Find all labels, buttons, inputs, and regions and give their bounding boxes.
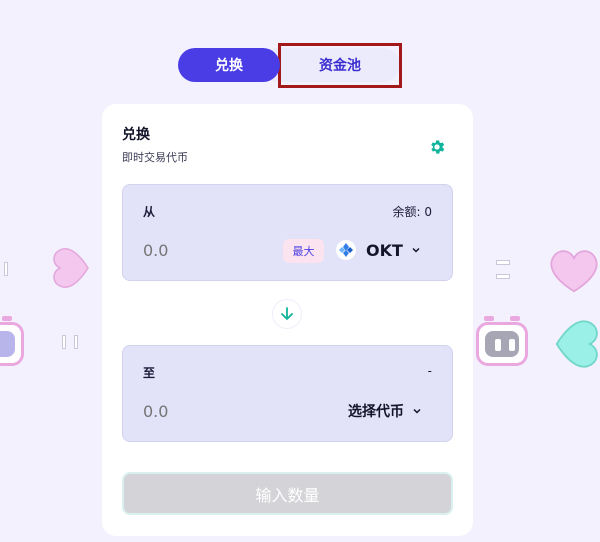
gear-icon[interactable]	[428, 138, 446, 156]
max-button[interactable]: 最大	[283, 239, 324, 263]
select-token-label: 选择代币	[348, 404, 404, 420]
robot-icon	[476, 316, 530, 370]
decoration-bar	[496, 260, 510, 265]
decoration-bar	[74, 335, 78, 349]
heart-icon	[53, 248, 89, 288]
chevron-down-icon	[413, 408, 421, 414]
to-amount-input[interactable]	[143, 402, 253, 421]
select-token-button[interactable]: 选择代币	[348, 399, 422, 423]
from-token-name: OKT	[366, 240, 403, 260]
decoration-bar	[496, 274, 510, 279]
heart-icon	[550, 250, 598, 293]
arrow-down-icon	[281, 307, 293, 320]
okt-token-icon	[336, 240, 356, 260]
swap-direction-button[interactable]	[272, 299, 302, 329]
to-balance-text: -	[427, 364, 432, 378]
card-subtitle: 即时交易代币	[122, 151, 188, 164]
to-label: 至	[143, 366, 156, 380]
tab-swap[interactable]: 兑换	[178, 48, 280, 82]
robot-icon	[0, 316, 26, 370]
card-title: 兑换	[122, 127, 150, 143]
submit-button[interactable]: 输入数量	[122, 472, 453, 515]
chevron-down-icon	[412, 247, 420, 253]
decoration-bar	[62, 335, 66, 349]
from-panel: 从 余额: 0 最大 OKT	[122, 184, 453, 281]
to-panel: 至 - 选择代币	[122, 345, 453, 442]
balance-text: 余额: 0	[392, 205, 433, 219]
swap-card: 兑换 即时交易代币 从 余额: 0 最大 OKT	[102, 104, 473, 536]
heart-icon	[555, 320, 598, 368]
decoration-bar	[4, 262, 8, 276]
from-token-select[interactable]: OKT	[336, 236, 421, 264]
from-label: 从	[143, 205, 156, 219]
from-amount-input[interactable]	[143, 241, 253, 260]
tab-pool-highlight-box	[278, 43, 402, 88]
